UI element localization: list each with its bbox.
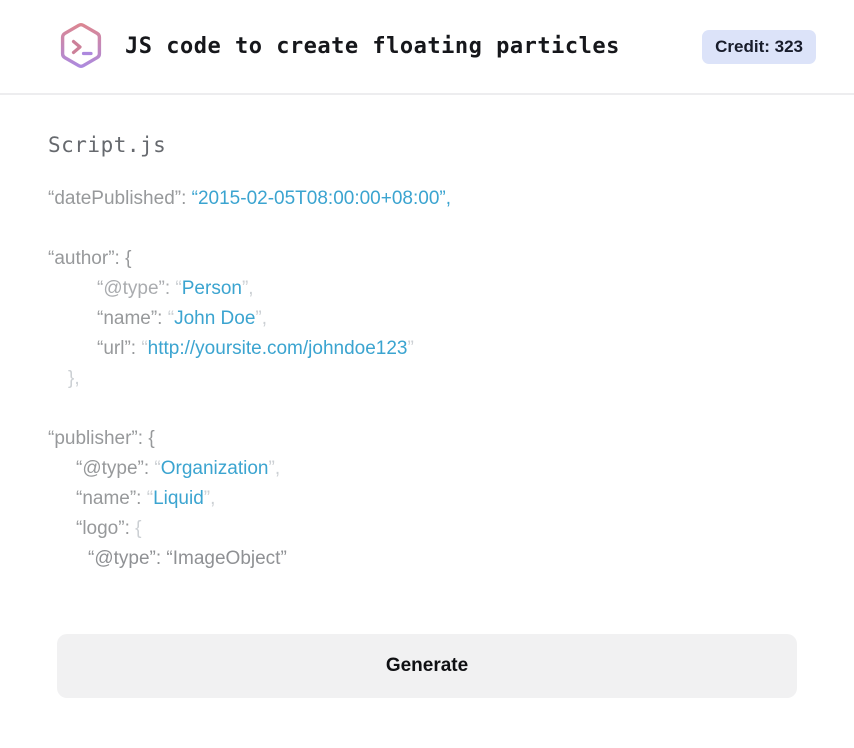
code-token: “logo”: bbox=[76, 518, 136, 539]
code-line: “author”: { bbox=[48, 244, 806, 274]
code-line: “publisher”: { bbox=[48, 424, 806, 454]
code-token: “datePublished”: bbox=[48, 188, 192, 209]
code-line: “logo”: { bbox=[48, 514, 806, 544]
app-header: JS code to create floating particles Cre… bbox=[0, 0, 854, 95]
credit-badge: Credit: 323 bbox=[702, 29, 816, 64]
code-token: , bbox=[210, 488, 216, 509]
code-token: “author”: { bbox=[48, 248, 132, 269]
code-line: “url”: “http://yoursite.com/johndoe123” bbox=[48, 334, 806, 364]
content-area: Script.js “datePublished”: “2015-02-05T0… bbox=[0, 133, 854, 698]
code-token: “name”: bbox=[76, 488, 147, 509]
code-line: }, bbox=[48, 364, 806, 394]
code-token: “url”: bbox=[97, 338, 142, 359]
code-token: http://yoursite.com/johndoe123 bbox=[147, 338, 408, 359]
code-line: “name”: “John Doe”, bbox=[48, 304, 806, 334]
code-token: “publisher”: { bbox=[48, 428, 155, 449]
code-token: “@type”: bbox=[76, 458, 155, 479]
code-token: Liquid bbox=[153, 488, 204, 509]
code-token: , bbox=[274, 458, 281, 479]
code-line: “@type”: “ImageObject” bbox=[48, 544, 806, 574]
page-title: JS code to create floating particles bbox=[125, 34, 620, 59]
terminal-prompt-hexagon-icon bbox=[60, 22, 102, 68]
generate-button[interactable]: Generate bbox=[57, 634, 797, 698]
code-token: “@type”: “ImageObject” bbox=[88, 548, 287, 569]
code-token: Organization bbox=[160, 458, 269, 479]
code-token: }, bbox=[68, 368, 80, 389]
code-block: “datePublished”: “2015-02-05T08:00:00+08… bbox=[48, 184, 806, 574]
code-token: ” bbox=[407, 338, 414, 359]
code-line: “@type”: “Organization”, bbox=[48, 454, 806, 484]
code-line: “name”: “Liquid”, bbox=[48, 484, 806, 514]
file-title: Script.js bbox=[48, 133, 167, 157]
code-token: “name”: bbox=[97, 308, 168, 329]
code-token: , bbox=[248, 278, 254, 299]
code-line: “datePublished”: “2015-02-05T08:00:00+08… bbox=[48, 184, 806, 214]
code-token: Person bbox=[181, 278, 242, 299]
code-token: , bbox=[261, 308, 268, 329]
code-token: “@type”: bbox=[97, 278, 176, 299]
code-token: John Doe bbox=[174, 308, 256, 329]
code-line: “@type”: “Person”, bbox=[48, 274, 806, 304]
code-token: “2015-02-05T08:00:00+08:00”, bbox=[191, 188, 451, 209]
code-token: { bbox=[135, 518, 142, 539]
